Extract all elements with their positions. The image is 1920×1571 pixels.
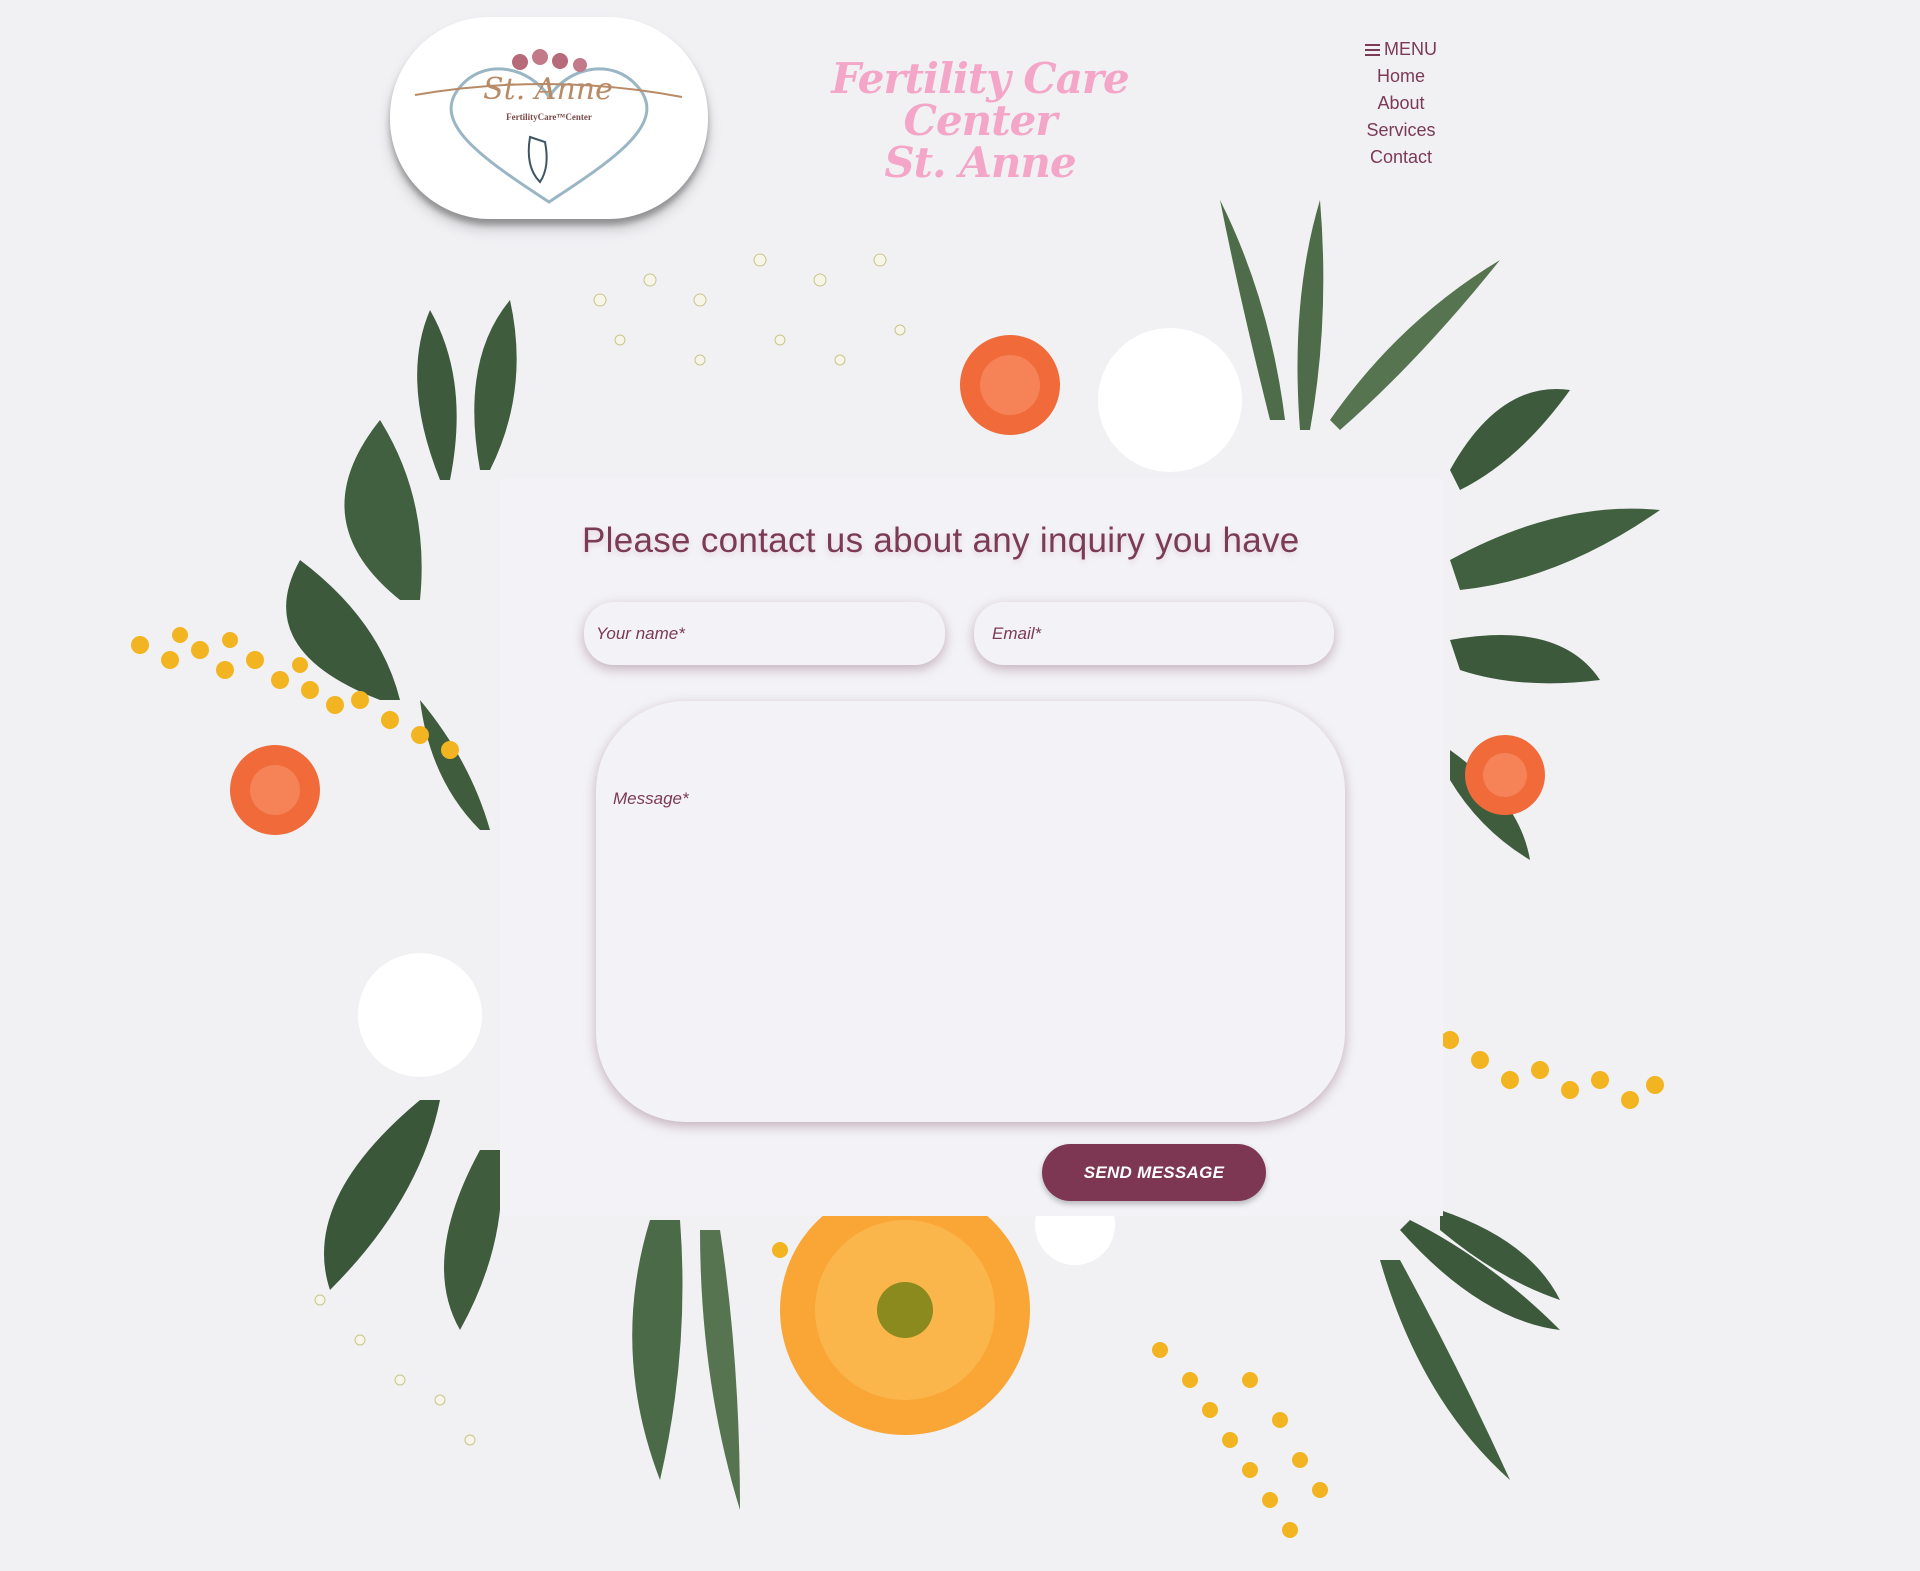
brand-title: Fertility Care Center St. Anne <box>780 58 1180 184</box>
brand-title-line2: St. Anne <box>884 138 1076 187</box>
page: St. Anne FertilityCare™Center Fertility … <box>0 0 1920 1571</box>
nav-item-about[interactable]: About <box>1336 90 1466 117</box>
brand-title-line1: Fertility Care Center <box>831 54 1130 145</box>
email-input[interactable] <box>974 602 1334 665</box>
send-message-button[interactable]: SEND MESSAGE <box>1042 1144 1266 1201</box>
menu-label: MENU <box>1384 39 1437 59</box>
orange-daisy <box>780 1185 1030 1435</box>
message-input[interactable] <box>596 701 1345 1122</box>
form-title: Please contact us about any inquiry you … <box>582 521 1300 560</box>
nav-item-home[interactable]: Home <box>1336 63 1466 90</box>
contact-form-card: Please contact us about any inquiry you … <box>500 479 1443 1216</box>
nav-item-contact[interactable]: Contact <box>1336 144 1466 171</box>
logo[interactable]: St. Anne FertilityCare™Center <box>390 17 708 219</box>
hamburger-icon <box>1365 43 1380 56</box>
name-input[interactable] <box>584 602 945 665</box>
main-nav: MENU Home About Services Contact <box>1336 36 1466 171</box>
logo-subtitle: FertilityCare™Center <box>506 112 592 122</box>
logo-name: St. Anne <box>483 72 613 107</box>
nav-item-services[interactable]: Services <box>1336 117 1466 144</box>
menu-toggle[interactable]: MENU <box>1336 36 1466 63</box>
